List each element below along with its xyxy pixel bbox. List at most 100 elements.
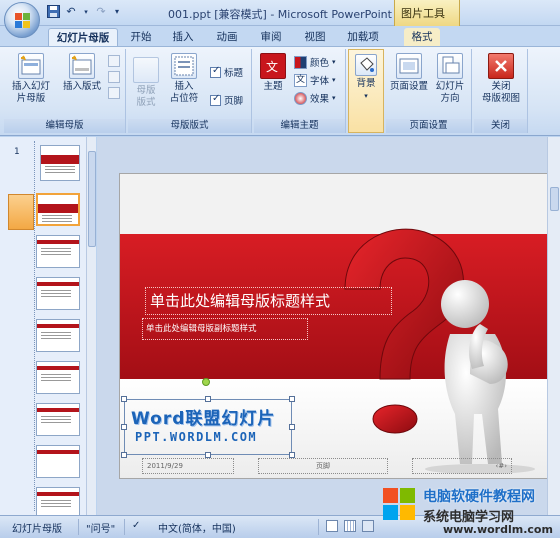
themes-button[interactable]: 文 主题 bbox=[256, 53, 290, 93]
tab-view[interactable]: 视图 bbox=[298, 28, 332, 46]
thumbnail-layout[interactable] bbox=[36, 487, 80, 515]
tab-home[interactable]: 开始 bbox=[124, 28, 158, 46]
redo-icon[interactable]: ↷ bbox=[94, 5, 108, 19]
group-close: 关闭 母版视图 关闭 bbox=[474, 49, 528, 133]
slide-number: 1 bbox=[14, 147, 20, 157]
master-layout-button[interactable]: 母版 版式 bbox=[130, 57, 162, 109]
group-label-edit-theme: 编辑主题 bbox=[254, 119, 345, 133]
tab-slide-master[interactable]: 幻灯片母版 bbox=[48, 28, 118, 46]
tab-animation[interactable]: 动画 bbox=[210, 28, 244, 46]
thumbnail-layout[interactable] bbox=[36, 319, 80, 352]
watermark-line1: 电脑软硬件教程网 bbox=[423, 489, 535, 505]
resize-handle[interactable] bbox=[121, 396, 127, 402]
group-background: 背景 ▾ bbox=[348, 49, 384, 133]
thumbnail-layout[interactable] bbox=[36, 403, 80, 436]
master-title-placeholder[interactable]: 单击此处编辑母版标题样式 bbox=[145, 287, 392, 315]
status-theme: "问号" bbox=[86, 524, 116, 535]
ribbon-tabs: 幻灯片母版 开始 插入 动画 审阅 视图 加载项 格式 bbox=[0, 26, 560, 46]
group-label-edit-master: 编辑母版 bbox=[4, 119, 125, 133]
footer-placeholder[interactable]: 页脚 bbox=[258, 458, 388, 474]
footer-checkbox[interactable]: 页脚 bbox=[210, 93, 243, 107]
close-master-view-button[interactable]: 关闭 母版视图 bbox=[476, 53, 526, 105]
rename-icon[interactable] bbox=[108, 71, 120, 83]
status-language[interactable]: 中文(简体，中国) bbox=[158, 520, 236, 535]
page-setup-button[interactable]: 页面设置 bbox=[388, 53, 430, 93]
themes-label: 主题 bbox=[263, 81, 283, 92]
insert-placeholder-icon bbox=[171, 53, 197, 79]
group-edit-theme: 文 主题 颜色 ▾ 文 字体 ▾ 效果 ▾ 编辑主题 bbox=[254, 49, 346, 133]
slideshow-view-icon[interactable] bbox=[362, 520, 374, 532]
group-master-layout: 母版 版式 插入 占位符 标题 页脚 母版版式 bbox=[128, 49, 252, 133]
insert-layout-button[interactable]: 插入版式 bbox=[58, 53, 106, 93]
resize-handle[interactable] bbox=[289, 424, 295, 430]
slide-orientation-button[interactable]: 幻灯片 方向 bbox=[432, 53, 468, 105]
footer-check-icon bbox=[210, 93, 221, 106]
thumbnail-scrollbar[interactable] bbox=[86, 137, 96, 515]
site-watermark: 电脑软硬件教程网 系统电脑学习网 www.wordlm.com bbox=[383, 484, 560, 538]
thumbnail-layout[interactable] bbox=[36, 277, 80, 310]
logo-text-line1: Word联盟幻灯片 bbox=[131, 409, 276, 429]
thumbnail-layout[interactable] bbox=[36, 445, 80, 478]
master-indicator bbox=[8, 194, 34, 230]
office-button[interactable] bbox=[4, 2, 40, 38]
resize-handle[interactable] bbox=[121, 424, 127, 430]
picture-tools-context-group: 图片工具 bbox=[394, 0, 460, 26]
title-check-icon bbox=[210, 65, 221, 78]
undo-dropdown-icon[interactable]: ▾ bbox=[82, 5, 90, 19]
insert-slide-master-icon bbox=[18, 53, 44, 79]
ribbon: 插入幻灯 片母版 插入版式 编辑母版 母版 版式 插入 占位符 ✓ 标题 ✓ 页… bbox=[0, 46, 560, 136]
slide-scrollbar[interactable] bbox=[547, 137, 560, 515]
paint-bucket-icon bbox=[355, 54, 377, 76]
resize-handle[interactable] bbox=[205, 396, 211, 402]
watermark-line3: www.wordlm.com bbox=[443, 523, 553, 536]
windows-logo-icon bbox=[383, 488, 417, 522]
title-checkbox[interactable]: 标题 bbox=[210, 65, 243, 79]
logo-text-line2: PPT.WORDLM.COM bbox=[135, 430, 258, 444]
slide-scrollbar-thumb[interactable] bbox=[550, 187, 559, 211]
thumbnail-layout[interactable] bbox=[36, 235, 80, 268]
svg-text:文: 文 bbox=[266, 59, 278, 74]
slide-orientation-icon bbox=[437, 53, 463, 79]
page-setup-icon bbox=[396, 53, 422, 79]
tab-addins[interactable]: 加载项 bbox=[340, 28, 386, 46]
delete-icon[interactable] bbox=[108, 55, 120, 67]
selected-logo-picture[interactable]: Word联盟幻灯片 PPT.WORDLM.COM bbox=[121, 396, 295, 458]
fonts-icon: 文 bbox=[294, 73, 307, 87]
resize-handle[interactable] bbox=[289, 396, 295, 402]
rotation-handle[interactable] bbox=[202, 378, 210, 386]
thumbnail-layout[interactable] bbox=[36, 361, 80, 394]
resize-handle[interactable] bbox=[121, 452, 127, 458]
insert-layout-icon bbox=[69, 53, 95, 79]
insert-slide-master-button[interactable]: 插入幻灯 片母版 bbox=[6, 53, 56, 105]
sorter-view-icon[interactable] bbox=[344, 520, 356, 532]
spell-check-icon[interactable]: ✓ bbox=[132, 520, 140, 531]
colors-button[interactable]: 颜色 ▾ bbox=[294, 55, 336, 69]
preserve-icon[interactable] bbox=[108, 87, 120, 99]
thumbnail-scrollbar-thumb[interactable] bbox=[88, 151, 96, 247]
thumbnail-layout-selected[interactable] bbox=[36, 193, 80, 226]
edit-master-small-tools bbox=[108, 55, 122, 105]
slide-thumbnail-pane: 1 bbox=[0, 137, 96, 515]
themes-icon: 文 bbox=[260, 53, 286, 79]
save-icon[interactable] bbox=[46, 5, 60, 19]
fonts-button[interactable]: 文 字体 ▾ bbox=[294, 73, 336, 87]
tab-review[interactable]: 审阅 bbox=[254, 28, 288, 46]
colors-icon bbox=[294, 55, 307, 69]
group-page-setup: 页面设置 幻灯片 方向 页面设置 bbox=[386, 49, 472, 133]
thumbnail-master[interactable] bbox=[40, 145, 80, 181]
master-layout-icon bbox=[133, 57, 159, 83]
close-icon bbox=[488, 53, 514, 79]
date-placeholder[interactable]: 2011/9/29 bbox=[142, 458, 234, 474]
quick-access-toolbar: ↶ ▾ ↷ ▾ bbox=[46, 5, 122, 19]
slide-number-placeholder[interactable]: ‹#› bbox=[412, 458, 512, 474]
master-subtitle-placeholder[interactable]: 单击此处编辑母版副标题样式 bbox=[142, 318, 308, 340]
tab-insert[interactable]: 插入 bbox=[166, 28, 200, 46]
background-button[interactable]: 背景 ▾ bbox=[352, 54, 380, 102]
customize-qat-icon[interactable]: ▾ bbox=[112, 5, 122, 19]
slide-editing-area: 单击此处编辑母版标题样式 单击此处编辑母版副标题样式 Word联盟幻灯片 PPT… bbox=[97, 137, 560, 515]
undo-icon[interactable]: ↶ bbox=[64, 5, 78, 19]
effects-button[interactable]: 效果 ▾ bbox=[294, 91, 336, 105]
tab-format[interactable]: 格式 bbox=[404, 28, 440, 46]
normal-view-icon[interactable] bbox=[326, 520, 338, 532]
insert-placeholder-button[interactable]: 插入 占位符 bbox=[164, 53, 204, 105]
